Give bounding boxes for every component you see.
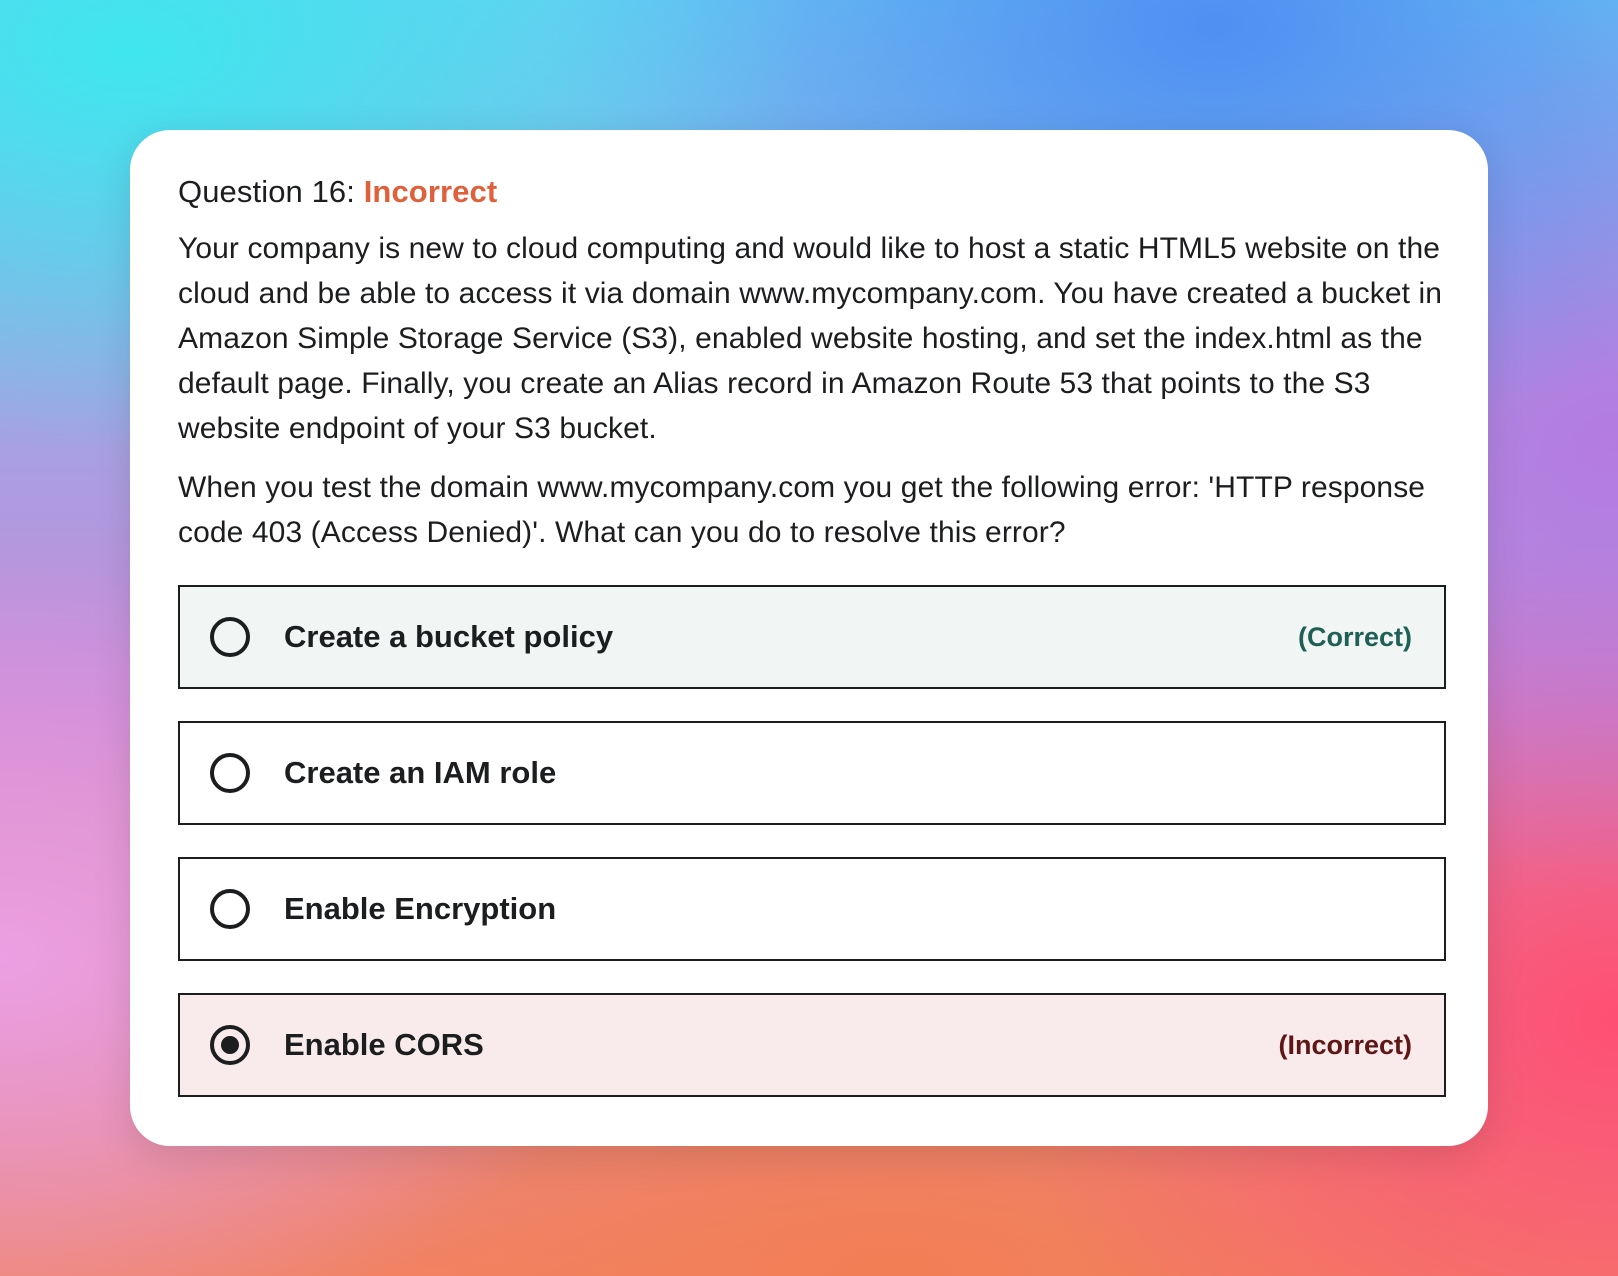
question-prompt: When you test the domain www.mycompany.c… xyxy=(178,471,1426,549)
answer-option-cors[interactable]: Enable CORS (Incorrect) xyxy=(178,993,1446,1097)
correct-badge: (Correct) xyxy=(1297,621,1412,652)
question-card: Question 16: Incorrect Your company is n… xyxy=(130,130,1488,1146)
incorrect-badge: (Incorrect) xyxy=(1278,1029,1412,1060)
question-number: Question 16: xyxy=(178,174,355,209)
radio-button-icon[interactable] xyxy=(210,753,250,793)
question-header: Question 16: Incorrect xyxy=(178,172,1444,212)
radio-button-selected-icon[interactable] xyxy=(210,1025,250,1065)
radio-button-icon[interactable] xyxy=(210,889,250,929)
answer-option-label: Enable Encryption xyxy=(284,891,557,926)
answer-options: Create a bucket policy (Correct) Create … xyxy=(178,585,1446,1097)
answer-option-bucket-policy[interactable]: Create a bucket policy (Correct) xyxy=(178,585,1446,689)
question-status: Incorrect xyxy=(363,174,498,209)
answer-option-label: Create a bucket policy xyxy=(284,619,614,654)
answer-option-label: Enable CORS xyxy=(284,1027,484,1062)
question-text: Your company is new to cloud computing a… xyxy=(178,232,1443,445)
answer-option-label: Create an IAM role xyxy=(284,755,557,790)
radio-dot-icon xyxy=(221,1036,239,1054)
answer-option-encryption[interactable]: Enable Encryption xyxy=(178,857,1446,961)
radio-button-icon[interactable] xyxy=(210,617,250,657)
answer-option-iam-role[interactable]: Create an IAM role xyxy=(178,721,1446,825)
